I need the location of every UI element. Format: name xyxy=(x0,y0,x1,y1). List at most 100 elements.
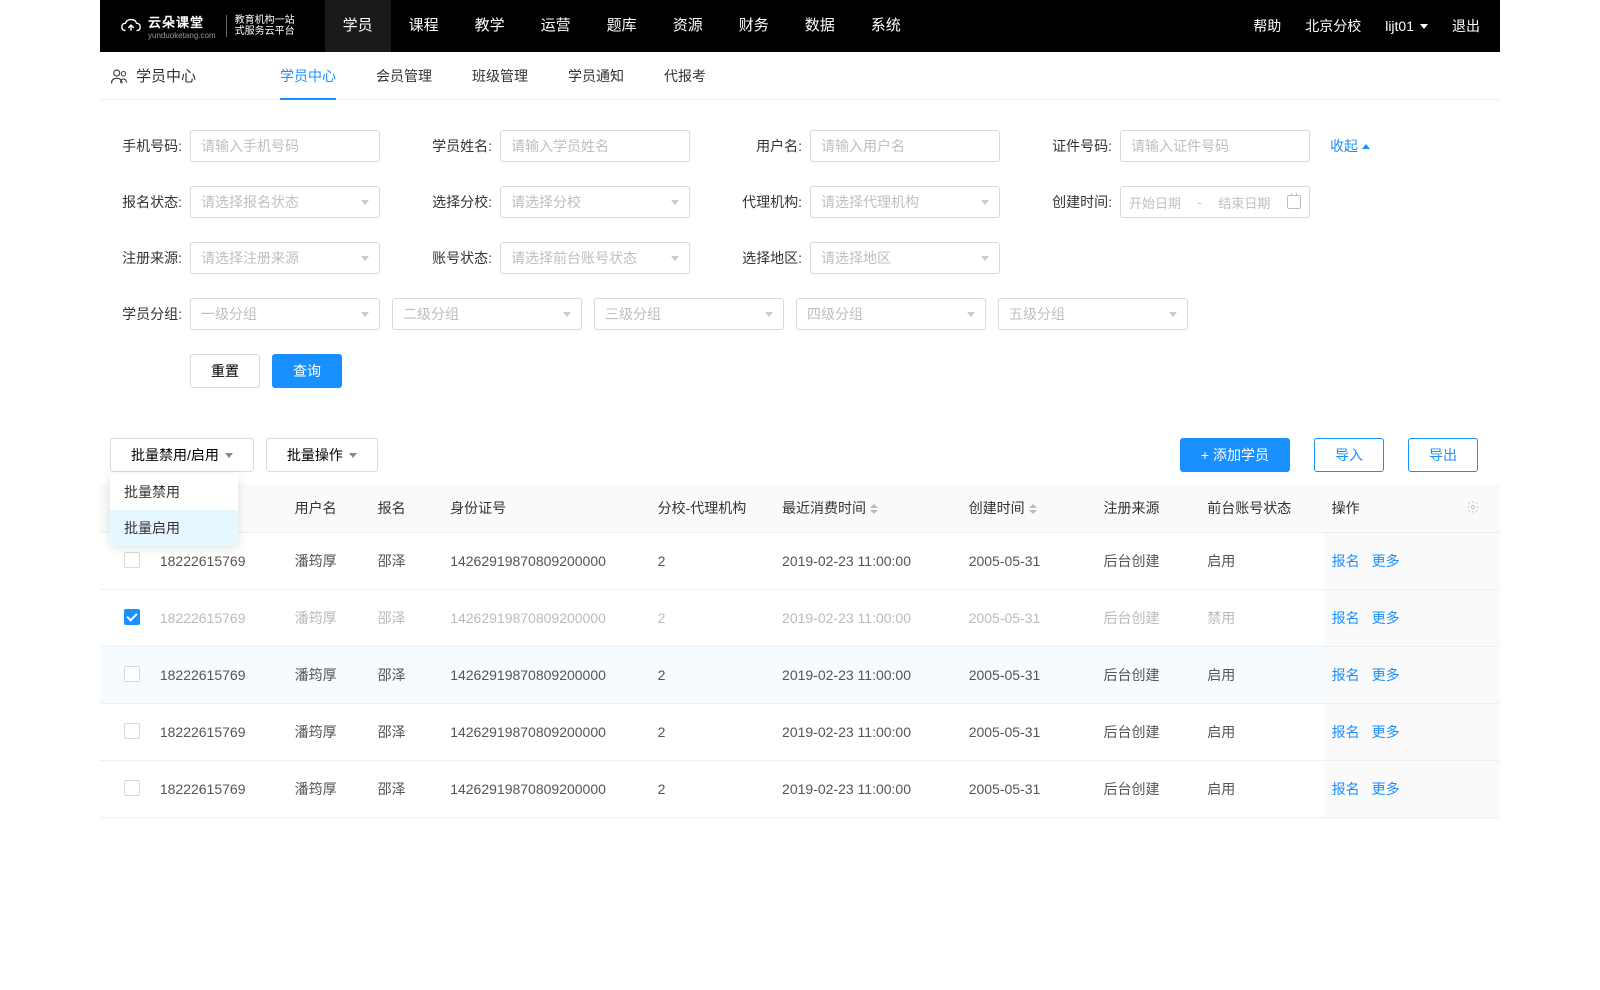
add-student-button[interactable]: + 添加学员 xyxy=(1180,438,1290,472)
nav-item[interactable]: 学员 xyxy=(325,0,391,52)
cell-idcard: 14262919870809200000 xyxy=(442,647,649,704)
nav-item[interactable]: 系统 xyxy=(853,0,919,52)
more-link[interactable]: 更多 xyxy=(1372,553,1400,569)
subnav-item[interactable]: 代报考 xyxy=(664,52,706,100)
more-link[interactable]: 更多 xyxy=(1372,610,1400,626)
apply-status-select[interactable]: 请选择报名状态 xyxy=(190,186,380,218)
subnav-item[interactable]: 班级管理 xyxy=(472,52,528,100)
chevron-down-icon xyxy=(671,256,679,261)
bulk-toggle-button[interactable]: 批量禁用/启用 xyxy=(110,438,254,472)
more-link[interactable]: 更多 xyxy=(1372,667,1400,683)
nav-item[interactable]: 数据 xyxy=(787,0,853,52)
cell-create-time: 2005-05-31 xyxy=(961,533,1096,590)
group-select[interactable]: 四级分组 xyxy=(796,298,986,330)
row-checkbox[interactable] xyxy=(124,666,140,682)
row-checkbox[interactable] xyxy=(124,723,140,739)
action-bar: 批量禁用/启用 批量操作 批量禁用批量启用 + 添加学员 导入 导出 xyxy=(100,398,1500,484)
top-nav: 云朵课堂 yunduoketang.com 教育机构一站 式服务云平台 学员课程… xyxy=(100,0,1500,52)
group-select[interactable]: 三级分组 xyxy=(594,298,784,330)
nav-item[interactable]: 财务 xyxy=(721,0,787,52)
nav-item[interactable]: 教学 xyxy=(457,0,523,52)
phone-input[interactable] xyxy=(190,130,380,162)
acct-status-select[interactable]: 请选择前台账号状态 xyxy=(500,242,690,274)
apply-link[interactable]: 报名 xyxy=(1332,781,1360,797)
cell-branch: 2 xyxy=(650,533,774,590)
export-button[interactable]: 导出 xyxy=(1408,438,1478,472)
chevron-down-icon xyxy=(765,312,773,317)
reg-source-label: 注册来源: xyxy=(110,248,182,268)
sort-icon xyxy=(1029,504,1037,514)
col-create-time[interactable]: 创建时间 xyxy=(961,484,1096,533)
region-select[interactable]: 请选择地区 xyxy=(810,242,1000,274)
nav-item[interactable]: 资源 xyxy=(655,0,721,52)
nav-item[interactable]: 运营 xyxy=(523,0,589,52)
create-time-label: 创建时间: xyxy=(1040,192,1112,212)
phone-label: 手机号码: xyxy=(110,136,182,156)
row-checkbox[interactable] xyxy=(124,609,140,625)
subnav-item[interactable]: 会员管理 xyxy=(376,52,432,100)
cell-acct-status: 启用 xyxy=(1199,647,1323,704)
dropdown-item[interactable]: 批量禁用 xyxy=(110,474,238,510)
row-checkbox[interactable] xyxy=(124,780,140,796)
agency-select[interactable]: 请选择代理机构 xyxy=(810,186,1000,218)
import-button[interactable]: 导入 xyxy=(1314,438,1384,472)
apply-link[interactable]: 报名 xyxy=(1332,724,1360,740)
create-time-range[interactable]: 开始日期 - 结束日期 xyxy=(1120,186,1310,218)
nav-item[interactable]: 课程 xyxy=(391,0,457,52)
cell-phone: 18222615769 xyxy=(152,590,287,647)
chevron-down-icon xyxy=(349,453,357,458)
help-link[interactable]: 帮助 xyxy=(1253,16,1281,36)
cell-apply: 邵泽 xyxy=(370,590,443,647)
cell-apply: 邵泽 xyxy=(370,647,443,704)
cell-last-consume: 2019-02-23 11:00:00 xyxy=(774,647,961,704)
cell-acct-status: 启用 xyxy=(1199,533,1323,590)
col-username[interactable]: 用户名 xyxy=(287,484,370,533)
filter-area: 手机号码: 学员姓名: 用户名: 证件号码: 收起 报名状态: 请选择报名状态 … xyxy=(100,100,1500,398)
bulk-ops-button[interactable]: 批量操作 xyxy=(266,438,378,472)
idnum-input[interactable] xyxy=(1120,130,1310,162)
search-button[interactable]: 查询 xyxy=(272,354,342,388)
subnav-item[interactable]: 学员通知 xyxy=(568,52,624,100)
group-select[interactable]: 二级分组 xyxy=(392,298,582,330)
apply-link[interactable]: 报名 xyxy=(1332,667,1360,683)
student-table: 用户名 报名 身份证号 分校-代理机构 最近消费时间 创建时间 注册来源 前台账… xyxy=(100,484,1500,818)
username-input[interactable] xyxy=(810,130,1000,162)
more-link[interactable]: 更多 xyxy=(1372,781,1400,797)
cell-reg-source: 后台创建 xyxy=(1096,533,1200,590)
collapse-link[interactable]: 收起 xyxy=(1330,136,1370,156)
group-label: 学员分组: xyxy=(110,304,182,324)
dropdown-item[interactable]: 批量启用 xyxy=(110,510,238,546)
apply-link[interactable]: 报名 xyxy=(1332,553,1360,569)
nav-item[interactable]: 题库 xyxy=(589,0,655,52)
chevron-down-icon xyxy=(1169,312,1177,317)
apply-status-label: 报名状态: xyxy=(110,192,182,212)
col-apply[interactable]: 报名 xyxy=(370,484,443,533)
col-last-consume[interactable]: 最近消费时间 xyxy=(774,484,961,533)
more-link[interactable]: 更多 xyxy=(1372,724,1400,740)
chevron-down-icon xyxy=(671,200,679,205)
table-row: 18222615769潘筠厚邵泽142629198708092000002201… xyxy=(100,533,1500,590)
branch-select[interactable]: 请选择分校 xyxy=(500,186,690,218)
col-idcard[interactable]: 身份证号 xyxy=(442,484,649,533)
reset-button[interactable]: 重置 xyxy=(190,354,260,388)
group-select[interactable]: 一级分组 xyxy=(190,298,380,330)
group-selects: 一级分组二级分组三级分组四级分组五级分组 xyxy=(190,298,1188,330)
name-input[interactable] xyxy=(500,130,690,162)
cell-phone: 18222615769 xyxy=(152,704,287,761)
row-checkbox[interactable] xyxy=(124,552,140,568)
col-settings[interactable] xyxy=(1458,484,1500,533)
logout-link[interactable]: 退出 xyxy=(1452,16,1480,36)
logo-subtitle: 教育机构一站 式服务云平台 xyxy=(226,15,295,37)
subnav-items: 学员中心会员管理班级管理学员通知代报考 xyxy=(280,52,706,100)
user-menu[interactable]: lijt01 xyxy=(1385,18,1428,34)
name-label: 学员姓名: xyxy=(420,136,492,156)
col-reg-source[interactable]: 注册来源 xyxy=(1096,484,1200,533)
col-acct-status[interactable]: 前台账号状态 xyxy=(1199,484,1323,533)
subnav-item[interactable]: 学员中心 xyxy=(280,52,336,100)
group-select[interactable]: 五级分组 xyxy=(998,298,1188,330)
reg-source-select[interactable]: 请选择注册来源 xyxy=(190,242,380,274)
cell-ops: 报名更多 xyxy=(1324,533,1500,590)
apply-link[interactable]: 报名 xyxy=(1332,610,1360,626)
branch-link[interactable]: 北京分校 xyxy=(1305,16,1361,36)
col-branch-agency[interactable]: 分校-代理机构 xyxy=(650,484,774,533)
